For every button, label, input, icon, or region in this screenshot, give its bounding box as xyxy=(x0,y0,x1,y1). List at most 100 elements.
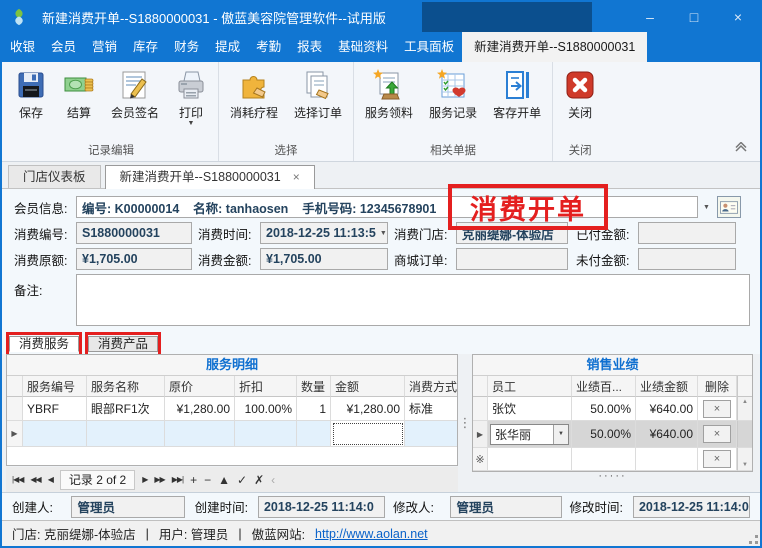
scroll-up-icon[interactable]: ▲ xyxy=(742,399,748,405)
nav-edit-button[interactable]: ▲ xyxy=(215,471,233,489)
menu-item-finance[interactable]: 财务 xyxy=(166,32,207,62)
member-signature-button[interactable]: 会员签名 xyxy=(104,67,166,129)
consume-amount-field[interactable]: ¥1,705.00 xyxy=(260,248,388,270)
tab-new-consume-order[interactable]: 新建消费开单--S1880000031 × xyxy=(105,165,315,189)
nav-next-button[interactable]: ▶ xyxy=(139,473,150,486)
employee-combobox[interactable]: 张华丽 ▼ xyxy=(490,424,569,445)
menu-item-marketing[interactable]: 营销 xyxy=(84,32,125,62)
col-service-name[interactable]: 服务名称 xyxy=(87,376,165,397)
order-time-label: 消费时间: xyxy=(198,224,260,243)
select-order-button[interactable]: 选择订单 xyxy=(287,67,349,123)
consume-amount-label: 消费金额: xyxy=(198,250,260,269)
menu-active-tab[interactable]: 新建消费开单--S1880000031 xyxy=(462,32,647,62)
menu-item-commission[interactable]: 提成 xyxy=(207,32,248,62)
delete-row-button[interactable]: × xyxy=(703,400,731,418)
tab-close-icon[interactable]: × xyxy=(293,166,300,188)
resize-grip[interactable] xyxy=(749,535,758,544)
order-no-field[interactable]: S1880000031 xyxy=(76,222,192,244)
original-amount-label: 消费原额: xyxy=(14,250,76,269)
menu-item-reports[interactable]: 报表 xyxy=(289,32,330,62)
delete-row-button[interactable]: × xyxy=(703,425,731,443)
col-amount[interactable]: 金额 xyxy=(331,376,405,397)
subtab-consume-service[interactable]: 消费服务 xyxy=(9,336,79,352)
save-button[interactable]: 保存 xyxy=(8,67,54,129)
focused-cell[interactable] xyxy=(331,421,405,447)
remark-textarea[interactable] xyxy=(76,274,750,326)
member-card-button[interactable] xyxy=(717,196,741,218)
service-material-button[interactable]: 服务领料 xyxy=(358,67,420,123)
sales-new-row[interactable]: ※ × ▼ xyxy=(473,448,752,471)
select-order-icon xyxy=(302,69,334,101)
scroll-down-icon[interactable]: ▼ xyxy=(742,462,748,468)
menu-item-inventory[interactable]: 库存 xyxy=(125,32,166,62)
time-dropdown-icon[interactable]: ▼ xyxy=(376,230,387,237)
sales-row[interactable]: 张饮 50.00% ¥640.00 × ▲ xyxy=(473,397,752,421)
menu-item-member[interactable]: 会员 xyxy=(43,32,84,62)
maximize-button[interactable]: □ xyxy=(672,2,716,32)
nav-first-button[interactable]: |◀◀ xyxy=(9,473,26,486)
ribbon-collapse-icon[interactable] xyxy=(734,142,748,153)
ribbon-group-label-close: 关闭 xyxy=(557,138,603,161)
window-title: 新建消费开单--S1880000031 - 傲蓝美容院管理软件--试用版 xyxy=(42,8,386,27)
titlebar-highlight xyxy=(422,2,592,32)
tab-store-dashboard[interactable]: 门店仪表板 xyxy=(8,165,101,188)
original-amount-field[interactable]: ¥1,705.00 xyxy=(76,248,192,270)
service-grid-header: 服务编号 服务名称 原价 折扣 数量 金额 消费方式 xyxy=(7,376,457,397)
nav-prev-button[interactable]: ◀ xyxy=(45,473,56,486)
grid-splitter-handle[interactable]: ⋮ xyxy=(458,354,472,492)
menu-item-basic-data[interactable]: 基础资料 xyxy=(330,32,396,62)
unpaid-amount-field[interactable] xyxy=(638,248,736,270)
print-button[interactable]: 打印 ▼ xyxy=(168,67,214,129)
mall-order-label: 商城订单: xyxy=(394,250,456,269)
col-employee[interactable]: 员工 xyxy=(488,376,572,397)
nav-next-page-button[interactable]: ▶▶ xyxy=(151,473,167,486)
ribbon-group-select: 消耗疗程 选择订单 选择 xyxy=(219,62,354,161)
paid-amount-field[interactable] xyxy=(638,222,736,244)
status-separator: | xyxy=(238,527,241,541)
col-performance-percent[interactable]: 业绩百... xyxy=(572,376,636,397)
mall-order-field[interactable] xyxy=(456,248,568,270)
deposit-order-button[interactable]: 客存开单 xyxy=(486,67,548,123)
service-row[interactable]: YBRF 眼部RF1次 ¥1,280.00 100.00% 1 ¥1,280.0… xyxy=(7,397,457,421)
nav-last-button[interactable]: ▶▶| xyxy=(169,473,186,486)
nav-prev-page-button[interactable]: ◀◀ xyxy=(27,473,43,486)
aolan-website-link[interactable]: http://www.aolan.net xyxy=(315,527,428,541)
panel-resize-handle[interactable]: ····· xyxy=(472,472,753,484)
col-performance-amount[interactable]: 业绩金额 xyxy=(636,376,698,397)
nav-cancel-button[interactable]: ✗ xyxy=(251,471,267,489)
nav-post-button[interactable]: ✓ xyxy=(234,471,250,489)
member-dropdown-icon[interactable]: ▼ xyxy=(698,196,715,218)
minimize-button[interactable]: – xyxy=(628,2,672,32)
remark-label: 备注: xyxy=(14,274,76,299)
settle-money-icon xyxy=(63,69,95,101)
col-service-code[interactable]: 服务编号 xyxy=(23,376,87,397)
consume-course-button[interactable]: 消耗疗程 xyxy=(223,67,285,123)
modify-time-label: 修改时间: xyxy=(570,497,633,516)
close-window-button[interactable]: × xyxy=(716,2,760,32)
close-form-button[interactable]: 关闭 xyxy=(557,67,603,123)
col-original-price[interactable]: 原价 xyxy=(165,376,235,397)
menu-item-cashier[interactable]: 收银 xyxy=(2,32,43,62)
subtab-consume-product[interactable]: 消费产品 xyxy=(88,336,158,352)
service-new-row[interactable]: ▶ xyxy=(7,421,457,447)
nav-refresh-button[interactable]: ‹ xyxy=(268,471,278,489)
sales-row-selected[interactable]: ▶ 张华丽 ▼ 50.00% ¥640.00 × xyxy=(473,421,752,448)
titlebar: 新建消费开单--S1880000031 - 傲蓝美容院管理软件--试用版 – □… xyxy=(2,2,760,32)
menu-item-attendance[interactable]: 考勤 xyxy=(248,32,289,62)
service-record-button[interactable]: 服务记录 xyxy=(422,67,484,123)
ribbon-group-label-record-edit: 记录编辑 xyxy=(8,138,214,161)
settle-button[interactable]: 结算 xyxy=(56,67,102,129)
col-quantity[interactable]: 数量 xyxy=(297,376,331,397)
nav-delete-button[interactable]: − xyxy=(201,471,214,489)
col-consume-mode[interactable]: 消费方式 xyxy=(405,376,457,397)
menu-item-tool-panel[interactable]: 工具面板 xyxy=(396,32,462,62)
current-row-icon: ▶ xyxy=(473,421,488,448)
print-dropdown-icon[interactable]: ▼ xyxy=(188,121,195,127)
nav-append-button[interactable]: + xyxy=(187,471,200,489)
order-time-field[interactable]: 2018-12-25 11:13:5 ▼ xyxy=(260,222,388,244)
employee-dropdown-icon[interactable]: ▼ xyxy=(553,425,568,444)
col-delete[interactable]: 删除 xyxy=(698,376,737,397)
delete-row-button[interactable]: × xyxy=(703,450,731,468)
service-record-icon xyxy=(437,69,469,101)
col-discount[interactable]: 折扣 xyxy=(235,376,297,397)
